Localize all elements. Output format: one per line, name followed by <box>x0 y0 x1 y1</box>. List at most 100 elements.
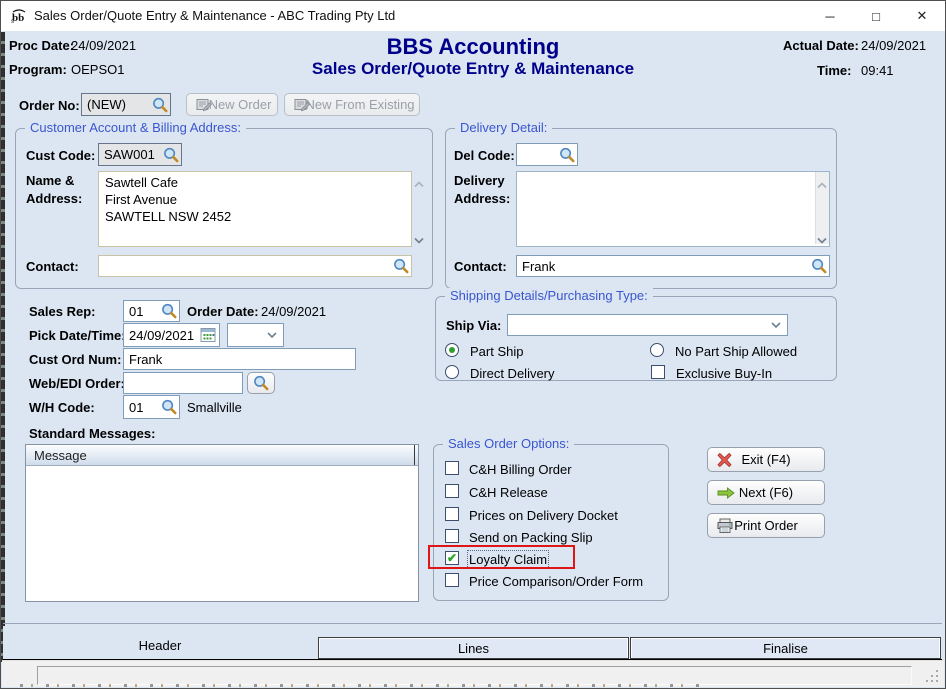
contact-label: Contact: <box>26 259 79 274</box>
send-packing-slip-label: Send on Packing Slip <box>469 530 593 545</box>
window-controls: ─ □ ✕ <box>807 1 945 31</box>
ch-billing-order-label: C&H Billing Order <box>469 462 572 477</box>
delivery-contact-field[interactable]: Frank <box>516 255 830 277</box>
time-value: 09:41 <box>861 63 894 78</box>
new-from-existing-label: New From Existing <box>305 97 414 112</box>
web-edi-search-button[interactable] <box>247 372 275 394</box>
scroll-up-icon[interactable] <box>413 175 425 183</box>
chevron-down-icon <box>266 328 278 343</box>
chevron-down-icon <box>770 318 782 333</box>
search-icon[interactable] <box>161 303 177 319</box>
billing-contact-field[interactable] <box>98 255 412 277</box>
web-edi-order-field[interactable] <box>123 372 243 394</box>
cust-ord-num-field[interactable]: Frank <box>123 348 356 370</box>
direct-delivery-radio[interactable] <box>445 365 459 379</box>
cust-ord-num-label: Cust Ord Num: <box>29 352 121 367</box>
status-panel <box>37 666 912 685</box>
minimize-button[interactable]: ─ <box>807 1 853 31</box>
search-icon[interactable] <box>161 399 177 415</box>
background-window-fragment <box>20 684 700 687</box>
prices-delivery-docket-checkbox[interactable] <box>445 507 459 521</box>
price-comparison-checkbox[interactable] <box>445 573 459 587</box>
next-button[interactable]: Next (F6) <box>707 480 825 505</box>
ship-via-label: Ship Via: <box>446 318 501 333</box>
actual-date-label: Actual Date: <box>783 38 859 53</box>
pick-time-combo[interactable] <box>227 323 284 347</box>
part-ship-radio[interactable] <box>445 343 459 357</box>
standard-messages-label: Standard Messages: <box>29 426 155 441</box>
time-label: Time: <box>817 63 851 78</box>
cust-code-value: SAW001 <box>104 147 155 162</box>
ch-billing-order-checkbox[interactable] <box>445 461 459 475</box>
delivery-address-textarea[interactable] <box>516 171 830 247</box>
delivery-address-scrollbar[interactable] <box>815 172 829 244</box>
ship-via-combo[interactable] <box>507 314 788 336</box>
customer-group-label: Customer Account & Billing Address: <box>25 120 246 135</box>
delivery-address-label-1: Delivery <box>454 173 505 188</box>
screen-title: Sales Order/Quote Entry & Maintenance <box>1 59 945 79</box>
exclusive-buyin-label: Exclusive Buy-In <box>676 366 772 381</box>
tab-finalise[interactable]: Finalise <box>630 637 941 659</box>
no-part-ship-radio[interactable] <box>650 343 664 357</box>
sales-rep-value: 01 <box>129 304 143 319</box>
scroll-down-icon[interactable] <box>413 232 425 240</box>
exit-x-icon <box>717 452 732 467</box>
title-bar: bbs Sales Order/Quote Entry & Maintenanc… <box>1 1 945 31</box>
calendar-icon[interactable] <box>200 327 217 344</box>
status-bar <box>2 660 944 687</box>
scroll-down-icon[interactable] <box>816 232 828 240</box>
cust-code-field[interactable]: SAW001 <box>98 143 182 166</box>
sales-order-options-group: Sales Order Options: C&H Billing Order C… <box>433 444 669 601</box>
search-icon[interactable] <box>559 147 575 163</box>
content-panel-bottom-border <box>3 623 942 624</box>
customer-group: Customer Account & Billing Address: Cust… <box>15 128 433 289</box>
search-icon[interactable] <box>393 258 409 274</box>
print-order-label: Print Order <box>734 518 798 533</box>
new-order-button[interactable]: New Order <box>186 93 278 116</box>
order-no-label: Order No: <box>19 98 80 113</box>
new-document-icon <box>196 97 213 112</box>
wh-code-field[interactable]: 01 <box>123 395 180 419</box>
message-column-header[interactable]: Message <box>26 445 418 466</box>
loyalty-claim-highlight-box <box>428 545 575 569</box>
name-address-textarea[interactable]: Sawtell Cafe First Avenue SAWTELL NSW 24… <box>98 171 412 247</box>
maximize-button[interactable]: □ <box>853 1 899 31</box>
search-icon <box>253 375 269 391</box>
send-packing-slip-checkbox[interactable] <box>445 529 459 543</box>
pick-date-field[interactable]: 24/09/2021 <box>123 323 220 347</box>
tab-header[interactable]: Header <box>3 626 317 659</box>
window-title: Sales Order/Quote Entry & Maintenance - … <box>34 1 395 31</box>
new-from-existing-button[interactable]: New From Existing <box>284 93 420 116</box>
scroll-up-icon[interactable] <box>816 176 828 184</box>
name-address-label-1: Name & <box>26 173 74 188</box>
next-arrow-icon <box>717 487 735 499</box>
del-code-field[interactable] <box>516 143 578 166</box>
printer-icon <box>717 518 733 533</box>
part-ship-label: Part Ship <box>470 344 523 359</box>
delivery-group-label: Delivery Detail: <box>455 120 552 135</box>
tab-lines[interactable]: Lines <box>318 637 629 659</box>
close-button[interactable]: ✕ <box>899 1 945 31</box>
print-order-button[interactable]: Print Order <box>707 513 825 538</box>
exclusive-buyin-checkbox[interactable] <box>651 365 665 379</box>
actual-date-value: 24/09/2021 <box>861 38 926 53</box>
standard-messages-list[interactable]: Message <box>25 444 419 602</box>
window-left-edge <box>1 32 5 662</box>
delivery-contact-value: Frank <box>522 259 555 274</box>
resize-grip-icon[interactable] <box>926 670 940 684</box>
exit-button[interactable]: Exit (F4) <box>707 447 825 472</box>
pick-date-value: 24/09/2021 <box>129 328 194 343</box>
order-date-label: Order Date: <box>187 304 259 319</box>
search-icon[interactable] <box>163 147 179 163</box>
order-no-field[interactable]: (NEW) <box>81 93 171 116</box>
search-icon[interactable] <box>811 258 827 274</box>
ch-release-checkbox[interactable] <box>445 484 459 498</box>
new-document-icon <box>294 97 311 112</box>
sales-rep-field[interactable]: 01 <box>123 300 180 322</box>
pick-date-time-label: Pick Date/Time: <box>29 328 126 343</box>
search-icon[interactable] <box>152 97 168 113</box>
direct-delivery-label: Direct Delivery <box>470 366 555 381</box>
wh-code-value: 01 <box>129 400 143 415</box>
exit-button-label: Exit (F4) <box>741 452 790 467</box>
next-button-label: Next (F6) <box>739 485 793 500</box>
